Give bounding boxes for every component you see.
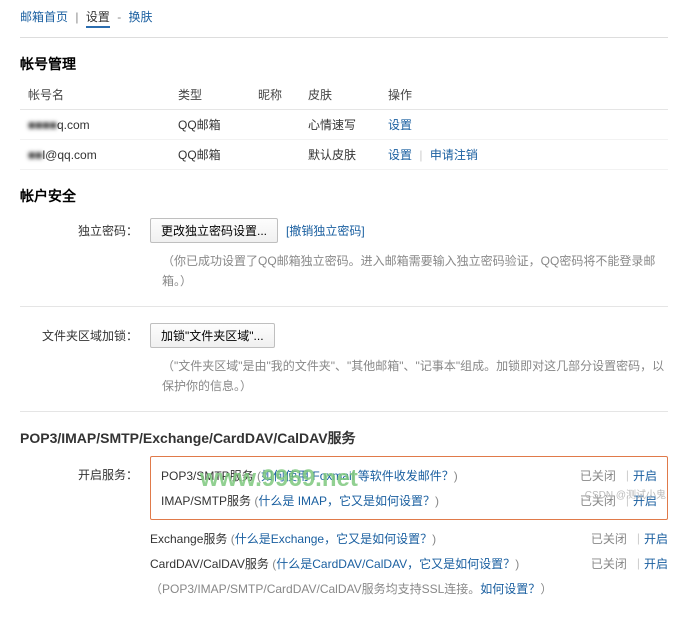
nav-mail-home[interactable]: 邮箱首页 xyxy=(20,10,68,24)
service-main: Exchange服务 (什么是Exchange，它又是如何设置？) xyxy=(150,530,591,547)
op-sep: | xyxy=(419,148,422,162)
th-skin: 皮肤 xyxy=(300,80,380,110)
account-name: ■■l@qq.com xyxy=(20,140,170,170)
account-nick xyxy=(250,140,300,170)
nav-sep: | xyxy=(75,10,78,24)
services-title: POP3/IMAP/SMTP/Exchange/CardDAV/CalDAV服务 xyxy=(0,412,688,456)
service-help-link[interactable]: 如何使用 Foxmail 等软件收发邮件？ xyxy=(261,469,454,483)
services-body: POP3/SMTP服务 (如何使用 Foxmail 等软件收发邮件？) 已关闭 … xyxy=(150,456,668,597)
op-deregister-link[interactable]: 申请注销 xyxy=(430,148,478,162)
service-status: 已关闭 xyxy=(591,555,627,572)
service-name: Exchange服务 xyxy=(150,532,227,546)
service-main: IMAP/SMTP服务 (什么是 IMAP，它又是如何设置？) xyxy=(161,492,580,509)
lock-section: 文件夹区域加锁： 加锁"文件夹区域"... （"文件夹区域"是由"我的文件夹"、… xyxy=(0,307,688,411)
account-section: 帐号管理 帐号名 类型 昵称 皮肤 操作 ■■■■q.com QQ邮箱 心情速写… xyxy=(0,38,688,170)
service-open-link[interactable]: 开启 xyxy=(644,530,668,547)
service-status: 已关闭 xyxy=(591,530,627,547)
service-help-link[interactable]: 什么是 IMAP，它又是如何设置？ xyxy=(258,494,435,508)
service-status: 已关闭 xyxy=(580,467,616,484)
th-nick: 昵称 xyxy=(250,80,300,110)
service-main: CardDAV/CalDAV服务 (什么是CardDAV/CalDAV，它又是如… xyxy=(150,555,591,572)
service-main: POP3/SMTP服务 (如何使用 Foxmail 等软件收发邮件？) xyxy=(161,467,580,484)
nav-dash: - xyxy=(117,10,121,24)
account-ops: 设置 | 申请注销 xyxy=(380,140,668,170)
account-type: QQ邮箱 xyxy=(170,110,250,140)
service-name: IMAP/SMTP服务 xyxy=(161,494,251,508)
security-section: 帐户安全 独立密码： 更改独立密码设置... [撤销独立密码] （你已成功设置了… xyxy=(0,170,688,306)
account-skin: 心情速写 xyxy=(300,110,380,140)
table-row: ■■■■q.com QQ邮箱 心情速写 设置 xyxy=(20,110,668,140)
service-row: IMAP/SMTP服务 (什么是 IMAP，它又是如何设置？) 已关闭 | 开启 xyxy=(161,488,657,513)
account-table: 帐号名 类型 昵称 皮肤 操作 ■■■■q.com QQ邮箱 心情速写 设置 ■… xyxy=(20,80,668,170)
service-name: POP3/SMTP服务 xyxy=(161,469,254,483)
status-sep: | xyxy=(637,556,640,570)
status-sep: | xyxy=(637,531,640,545)
service-help-link[interactable]: 什么是Exchange，它又是如何设置？ xyxy=(235,532,432,546)
service-help-link[interactable]: 什么是CardDAV/CalDAV，它又是如何设置？ xyxy=(276,557,515,571)
pwd-hint: （你已成功设置了QQ邮箱独立密码。进入邮箱需要输入独立密码验证，QQ密码将不能登… xyxy=(20,247,668,306)
service-name: CardDAV/CalDAV服务 xyxy=(150,557,269,571)
service-row: Exchange服务 (什么是Exchange，它又是如何设置？) 已关闭 | … xyxy=(150,526,668,551)
pwd-label: 独立密码： xyxy=(20,222,150,239)
service-row: CardDAV/CalDAV服务 (什么是CardDAV/CalDAV，它又是如… xyxy=(150,551,668,576)
th-op: 操作 xyxy=(380,80,668,110)
ssl-help-link[interactable]: 如何设置？ xyxy=(480,582,540,596)
th-type: 类型 xyxy=(170,80,250,110)
top-nav: 邮箱首页 | 设置 - 换肤 xyxy=(0,0,688,33)
table-row: ■■l@qq.com QQ邮箱 默认皮肤 设置 | 申请注销 xyxy=(20,140,668,170)
security-title: 帐户安全 xyxy=(20,186,668,206)
service-open-link[interactable]: 开启 xyxy=(644,555,668,572)
account-ops: 设置 xyxy=(380,110,668,140)
account-type: QQ邮箱 xyxy=(170,140,250,170)
lock-hint: （"文件夹区域"是由"我的文件夹"、"其他邮箱"、"记事本"组成。加锁即对这几部… xyxy=(20,352,668,411)
enable-label: 开启服务： xyxy=(20,456,150,597)
lock-folder-button[interactable]: 加锁"文件夹区域"... xyxy=(150,323,275,348)
pwd-row: 独立密码： 更改独立密码设置... [撤销独立密码] xyxy=(20,212,668,247)
service-open-link[interactable]: 开启 xyxy=(633,467,657,484)
account-name: ■■■■q.com xyxy=(20,110,170,140)
status-sep: | xyxy=(626,468,629,482)
change-pwd-button[interactable]: 更改独立密码设置... xyxy=(150,218,278,243)
lock-row: 文件夹区域加锁： 加锁"文件夹区域"... xyxy=(20,317,668,352)
services-section: 开启服务： POP3/SMTP服务 (如何使用 Foxmail 等软件收发邮件？… xyxy=(0,456,688,617)
op-settings-link[interactable]: 设置 xyxy=(388,148,412,162)
account-nick xyxy=(250,110,300,140)
services-foot-hint: （POP3/IMAP/SMTP/CardDAV/CalDAV服务均支持SSL连接… xyxy=(150,576,668,597)
op-settings-link[interactable]: 设置 xyxy=(388,118,412,132)
nav-settings[interactable]: 设置 xyxy=(86,10,110,28)
revoke-pwd-link[interactable]: [撤销独立密码] xyxy=(286,222,365,239)
th-name: 帐号名 xyxy=(20,80,170,110)
csdn-credit: CSDN @测试小鬼 xyxy=(585,486,666,501)
lock-label: 文件夹区域加锁： xyxy=(20,327,150,344)
account-skin: 默认皮肤 xyxy=(300,140,380,170)
account-title: 帐号管理 xyxy=(20,54,668,74)
nav-skin[interactable]: 换肤 xyxy=(129,10,153,24)
service-row: POP3/SMTP服务 (如何使用 Foxmail 等软件收发邮件？) 已关闭 … xyxy=(161,463,657,488)
